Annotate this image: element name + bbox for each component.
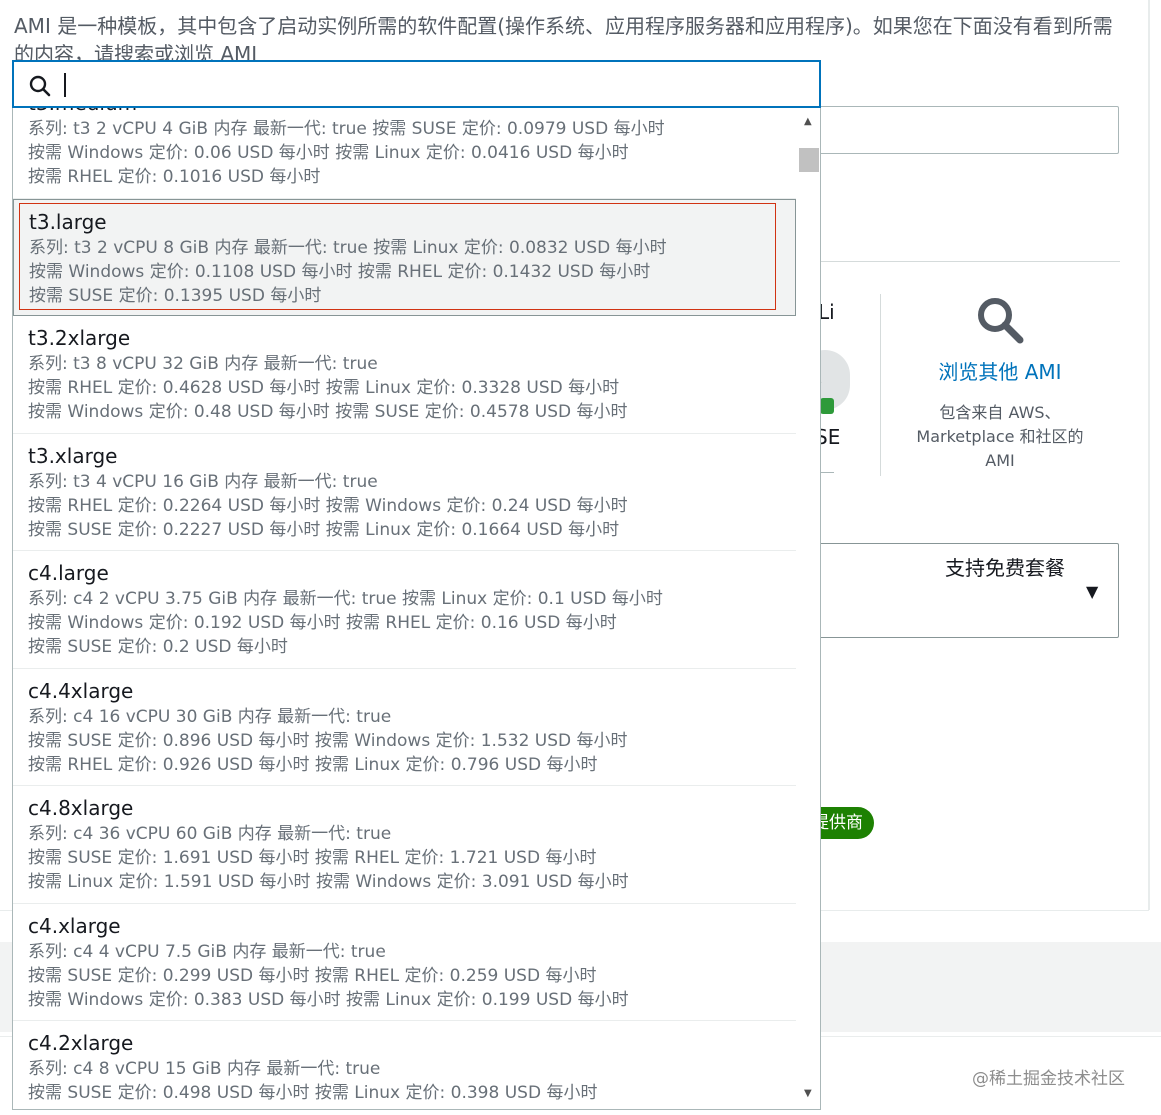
browse-ami-description: 包含来自 AWS、Marketplace 和社区的 AMI xyxy=(916,403,1084,470)
instance-pricing: 按需 Windows 定价: 0.192 USD 每小时 按需 RHEL 定价:… xyxy=(28,613,617,633)
instance-name: c4.xlarge xyxy=(28,913,121,938)
instance-name: c4.large xyxy=(28,561,109,585)
instance-name: t3.xlarge xyxy=(28,443,118,468)
instance-pricing: 按需 SUSE 定价: 0.498 USD 每小时 按需 Linux 定价: 0… xyxy=(28,1083,598,1103)
instance-specs: 系列: t3 8 vCPU 32 GiB 内存 最新一代: true xyxy=(28,354,378,374)
list-item[interactable]: c4.large 系列: c4 2 vCPU 3.75 GiB 内存 最新一代:… xyxy=(13,551,796,669)
instance-pricing: 按需 SUSE 定价: 0.2227 USD 每小时 按需 Linux 定价: … xyxy=(28,519,620,540)
instance-pricing: 按需 SUSE 定价: 0.299 USD 每小时 按需 RHEL 定价: 0.… xyxy=(28,965,597,986)
scrollbar-thumb[interactable] xyxy=(799,148,819,172)
instance-specs: 系列: t3 2 vCPU 4 GiB 内存 最新一代: true 按需 SUS… xyxy=(28,119,665,139)
background-ami-field[interactable] xyxy=(780,106,1119,154)
search-input[interactable] xyxy=(62,68,802,100)
instance-pricing: 按需 SUSE 定价: 1.691 USD 每小时 按需 RHEL 定价: 1.… xyxy=(28,848,597,868)
instance-specs: 系列: t3 4 vCPU 16 GiB 内存 最新一代: true xyxy=(28,471,378,492)
instance-specs: 系列: c4 16 vCPU 30 GiB 内存 最新一代: true xyxy=(28,706,392,727)
instance-list: t3.medium 系列: t3 2 vCPU 4 GiB 内存 最新一代: t… xyxy=(13,108,796,1109)
list-item[interactable]: c4.4xlarge 系列: c4 16 vCPU 30 GiB 内存 最新一代… xyxy=(13,669,796,786)
list-item[interactable]: t3.xlarge 系列: t3 4 vCPU 16 GiB 内存 最新一代: … xyxy=(13,434,796,551)
instance-pricing: 按需 Windows 定价: 0.383 USD 每小时 按需 Linux 定价… xyxy=(28,989,629,1010)
search-icon xyxy=(29,75,51,97)
instance-pricing: 按需 Windows 定价: 0.06 USD 每小时 按需 Linux 定价:… xyxy=(28,143,629,163)
instance-name: c4.4xlarge xyxy=(28,678,134,703)
free-tier-label: 支持免费套餐 xyxy=(945,556,1065,580)
instance-specs: 系列: c4 4 vCPU 7.5 GiB 内存 最新一代: true xyxy=(28,941,386,962)
list-item[interactable]: t3.2xlarge 系列: t3 8 vCPU 32 GiB 内存 最新一代:… xyxy=(13,316,796,434)
search-icon xyxy=(978,298,1024,344)
browse-ami-link[interactable]: 浏览其他 AMI xyxy=(886,356,1114,385)
selection-highlight xyxy=(19,202,776,310)
divider xyxy=(820,472,834,473)
caret-down-icon: ▼ xyxy=(1086,582,1099,601)
list-item[interactable]: c4.2xlarge 系列: c4 8 vCPU 15 GiB 内存 最新一代:… xyxy=(13,1021,796,1109)
scrollbar[interactable]: ▲ ▼ xyxy=(797,108,820,1109)
divider xyxy=(820,261,1120,262)
list-item[interactable]: t3.medium 系列: t3 2 vCPU 4 GiB 内存 最新一代: t… xyxy=(13,108,796,199)
list-item[interactable]: c4.8xlarge 系列: c4 36 vCPU 60 GiB 内存 最新一代… xyxy=(13,786,796,904)
instance-type-dropdown[interactable]: t3.medium 系列: t3 2 vCPU 4 GiB 内存 最新一代: t… xyxy=(12,108,821,1110)
scroll-up-arrow-icon[interactable]: ▲ xyxy=(804,116,812,127)
instance-pricing: 按需 Linux 定价: 1.591 USD 每小时 按需 Windows 定价… xyxy=(28,872,629,892)
instance-specs: 系列: c4 2 vCPU 3.75 GiB 内存 最新一代: true 按需 … xyxy=(28,589,663,609)
instance-pricing: 按需 Windows 定价: 0.48 USD 每小时 按需 SUSE 定价: … xyxy=(28,402,628,422)
vertical-divider xyxy=(880,294,881,476)
instance-pricing: 按需 SUSE 定价: 0.896 USD 每小时 按需 Windows 定价:… xyxy=(28,730,628,751)
instance-name: t3.2xlarge xyxy=(28,326,131,350)
browse-more-amis[interactable]: 浏览其他 AMI 包含来自 AWS、Marketplace 和社区的 AMI xyxy=(886,294,1114,473)
card-edge xyxy=(1148,0,1150,910)
instance-specs: 系列: c4 8 vCPU 15 GiB 内存 最新一代: true xyxy=(28,1059,381,1079)
text-cursor xyxy=(64,73,66,97)
list-item-selected[interactable]: t3.large 系列: t3 2 vCPU 8 GiB 内存 最新一代: tr… xyxy=(13,198,796,316)
instance-pricing: 按需 RHEL 定价: 0.4628 USD 每小时 按需 Linux 定价: … xyxy=(28,378,620,398)
instance-name: t3.medium xyxy=(28,108,796,117)
instance-name: c4.8xlarge xyxy=(28,796,134,820)
suse-logo-icon xyxy=(820,398,834,414)
instance-pricing: 按需 SUSE 定价: 0.2 USD 每小时 xyxy=(28,637,288,657)
instance-pricing: 按需 RHEL 定价: 0.2264 USD 每小时 按需 Windows 定价… xyxy=(28,495,628,516)
instance-pricing: 按需 RHEL 定价: 0.1016 USD 每小时 xyxy=(28,167,321,187)
list-item[interactable]: c4.xlarge 系列: c4 4 vCPU 7.5 GiB 内存 最新一代:… xyxy=(13,904,796,1021)
instance-specs: 系列: c4 36 vCPU 60 GiB 内存 最新一代: true xyxy=(28,824,392,844)
scroll-down-arrow-icon[interactable]: ▼ xyxy=(804,1088,812,1099)
instance-type-search[interactable] xyxy=(12,60,821,108)
watermark: @稀土掘金技术社区 xyxy=(972,1069,1125,1089)
instance-pricing: 按需 RHEL 定价: 0.926 USD 每小时 按需 Linux 定价: 0… xyxy=(28,754,598,775)
free-tier-select[interactable]: 支持免费套餐 ▼ xyxy=(780,543,1119,638)
instance-name: c4.2xlarge xyxy=(28,1031,134,1055)
